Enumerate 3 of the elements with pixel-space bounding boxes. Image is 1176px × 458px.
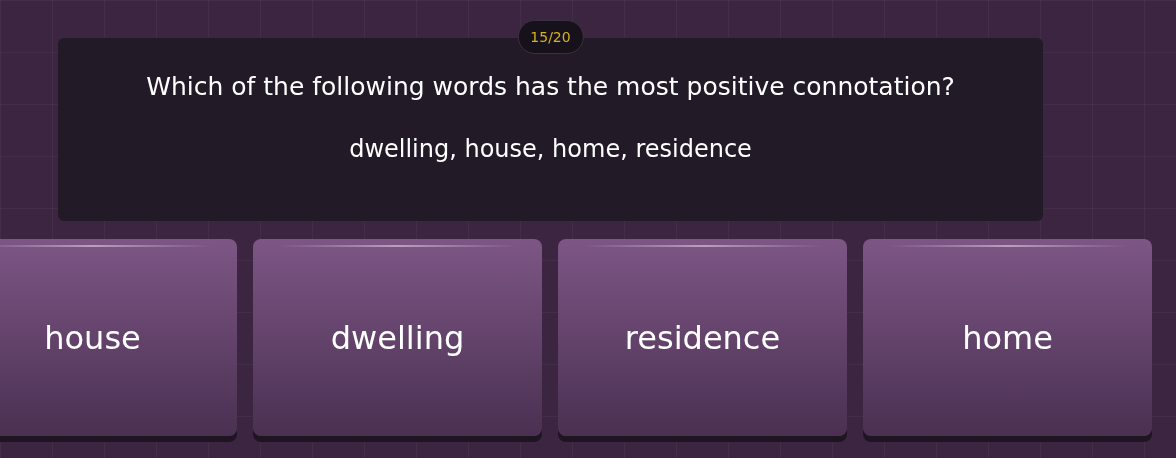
word-list: dwelling, house, home, residence — [349, 135, 752, 163]
question-counter: 15/20 — [517, 20, 584, 54]
question-text: Which of the following words has the most positive connotation? — [146, 72, 955, 101]
